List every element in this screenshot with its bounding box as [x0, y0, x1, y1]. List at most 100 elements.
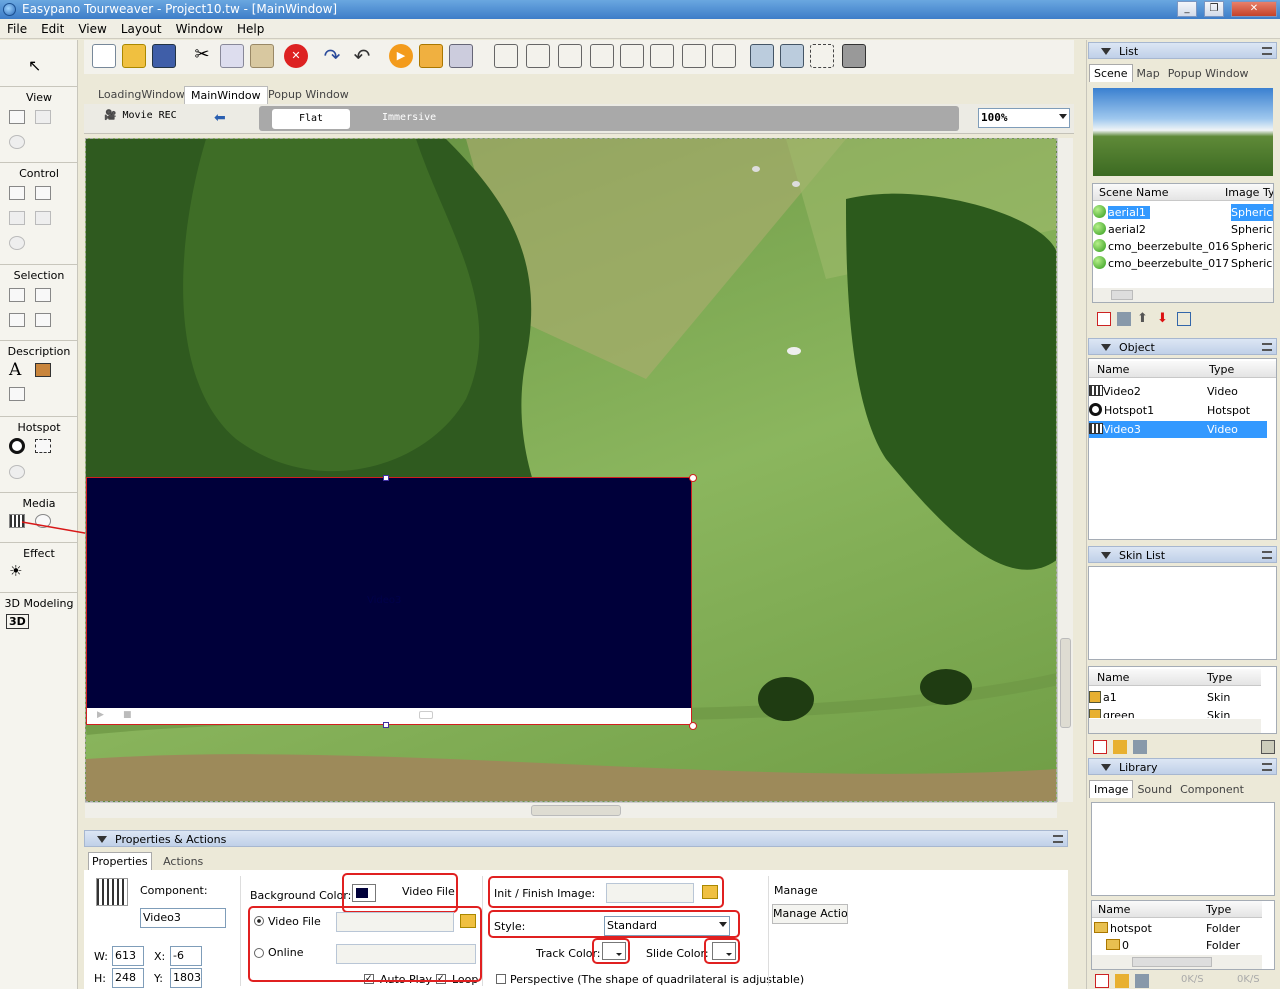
collapse-icon[interactable]	[1101, 344, 1111, 351]
view-globe-icon[interactable]	[9, 135, 25, 149]
menu-layout[interactable]: Layout	[114, 19, 169, 39]
align-middle-icon[interactable]	[620, 44, 644, 68]
control-mute-icon[interactable]	[9, 211, 25, 225]
panel-menu-icon[interactable]	[1262, 763, 1272, 771]
sun-effect-icon[interactable]: ☀	[9, 562, 22, 580]
collapse-icon[interactable]	[1101, 48, 1111, 55]
library-header[interactable]: Library	[1088, 758, 1277, 775]
align-bottom-icon[interactable]	[650, 44, 674, 68]
undo-icon[interactable]: ↶	[350, 44, 374, 68]
panel-menu-icon[interactable]	[1053, 835, 1063, 843]
trash-icon[interactable]	[1133, 740, 1147, 754]
align-right-icon[interactable]	[558, 44, 582, 68]
menu-view[interactable]: View	[71, 19, 113, 39]
component-name-input[interactable]: Video3	[140, 908, 226, 928]
new-icon[interactable]	[92, 44, 116, 68]
tab-actions[interactable]: Actions	[155, 853, 211, 870]
add-skin-icon[interactable]	[1093, 740, 1107, 754]
panel-menu-icon[interactable]	[1262, 47, 1272, 55]
perspective-checkbox[interactable]	[496, 974, 506, 984]
tab-popup-window[interactable]: Popup Window	[1164, 65, 1253, 82]
send-back-icon[interactable]	[780, 44, 804, 68]
scene-list-scrollbar[interactable]	[1093, 288, 1273, 302]
control-sound-icon[interactable]	[35, 211, 51, 225]
trash-icon[interactable]	[1117, 312, 1131, 326]
align-left-icon[interactable]	[494, 44, 518, 68]
col-image-type[interactable]: Image Type	[1225, 184, 1273, 201]
control-compass-icon[interactable]	[9, 236, 25, 250]
tab-main-window[interactable]: MainWindow	[184, 86, 268, 104]
panel-menu-icon[interactable]	[1262, 343, 1272, 351]
skin-row[interactable]: green Skin	[1089, 707, 1259, 718]
control-bar-icon[interactable]	[9, 186, 25, 200]
object-row[interactable]: Video2 Video	[1089, 383, 1267, 400]
redo-icon[interactable]: ↷	[320, 44, 344, 68]
hotspot-icon[interactable]	[9, 438, 25, 454]
tab-image[interactable]: Image	[1089, 780, 1134, 798]
flat-mode-button[interactable]: Flat	[272, 109, 350, 129]
collapse-icon[interactable]	[1101, 764, 1111, 771]
stop-icon[interactable]: ■	[123, 710, 132, 720]
export-icon[interactable]	[449, 44, 473, 68]
y-input[interactable]: 1803	[170, 968, 202, 988]
flash-icon[interactable]	[35, 514, 51, 528]
scene-row[interactable]: cmo_beerzebulte_016Spherical	[1093, 238, 1273, 255]
text-frame-icon[interactable]	[9, 387, 25, 401]
close-button[interactable]: ✕	[1231, 1, 1277, 17]
group-icon[interactable]	[810, 44, 834, 68]
same-height-icon[interactable]	[712, 44, 736, 68]
x-input[interactable]: -6	[170, 946, 202, 966]
col-name[interactable]: Name	[1097, 669, 1129, 686]
video-slider[interactable]	[419, 711, 433, 719]
selection-thumbnail-icon[interactable]	[9, 288, 25, 302]
object-row[interactable]: Video3 Video	[1089, 421, 1267, 438]
tab-map[interactable]: Map	[1133, 65, 1164, 82]
scene-link-icon[interactable]	[1177, 312, 1191, 326]
collapse-icon[interactable]	[1101, 552, 1111, 559]
align-center-icon[interactable]	[526, 44, 550, 68]
skin-row[interactable]: a1 Skin	[1089, 689, 1259, 706]
zoom-select[interactable]: 100%	[978, 108, 1070, 128]
paste-icon[interactable]	[250, 44, 274, 68]
tab-sound[interactable]: Sound	[1133, 781, 1176, 798]
3d-model-icon[interactable]: 3D	[6, 614, 29, 629]
publish-icon[interactable]	[419, 44, 443, 68]
resize-handle[interactable]	[689, 474, 697, 482]
properties-header[interactable]: Properties & Actions	[84, 830, 1068, 847]
resize-handle[interactable]	[689, 722, 697, 730]
tab-scene[interactable]: Scene	[1089, 64, 1133, 82]
play-icon[interactable]: ▶	[97, 710, 104, 720]
scene-row[interactable]: aerial2 Spherical	[1093, 221, 1273, 238]
collapse-icon[interactable]	[97, 836, 107, 843]
scene-row[interactable]: cmo_beerzebulte_017Spherical	[1093, 255, 1273, 272]
same-width-icon[interactable]	[682, 44, 706, 68]
skin-list-header[interactable]: Skin List	[1088, 546, 1277, 563]
trash-icon[interactable]	[1135, 974, 1149, 988]
scene-thumbnail[interactable]	[1093, 88, 1273, 176]
view-window-icon[interactable]	[9, 110, 25, 124]
selection-combo-icon[interactable]	[35, 288, 51, 302]
library-list-scrollbar[interactable]	[1092, 955, 1262, 969]
control-panel-icon[interactable]	[35, 186, 51, 200]
selection-list-icon[interactable]	[9, 313, 25, 327]
video-icon[interactable]	[9, 514, 25, 528]
panorama-canvas[interactable]: Video3 ▶ ■	[85, 138, 1057, 802]
menu-help[interactable]: Help	[230, 19, 271, 39]
library-folder-icon[interactable]	[1115, 974, 1129, 988]
movie-rec-button[interactable]: 🎥 Movie REC	[104, 110, 177, 121]
copy-icon[interactable]	[220, 44, 244, 68]
skin-folder-icon[interactable]	[1113, 740, 1127, 754]
selection-tree-icon[interactable]	[35, 313, 51, 327]
minimize-button[interactable]: _	[1177, 1, 1197, 17]
tab-properties[interactable]: Properties	[88, 852, 152, 870]
open-icon[interactable]	[122, 44, 146, 68]
view-frame-icon[interactable]	[35, 110, 51, 124]
save-icon[interactable]	[152, 44, 176, 68]
scene-row[interactable]: aerial1 Spherical	[1093, 204, 1273, 221]
scroll-thumb[interactable]	[1132, 957, 1212, 967]
object-header[interactable]: Object	[1088, 338, 1277, 355]
scroll-thumb[interactable]	[1060, 638, 1071, 728]
move-down-icon[interactable]: ⬇	[1157, 312, 1171, 326]
library-row[interactable]: 0 Folder	[1106, 937, 1262, 954]
object-row[interactable]: Hotspot1 Hotspot	[1089, 402, 1267, 419]
